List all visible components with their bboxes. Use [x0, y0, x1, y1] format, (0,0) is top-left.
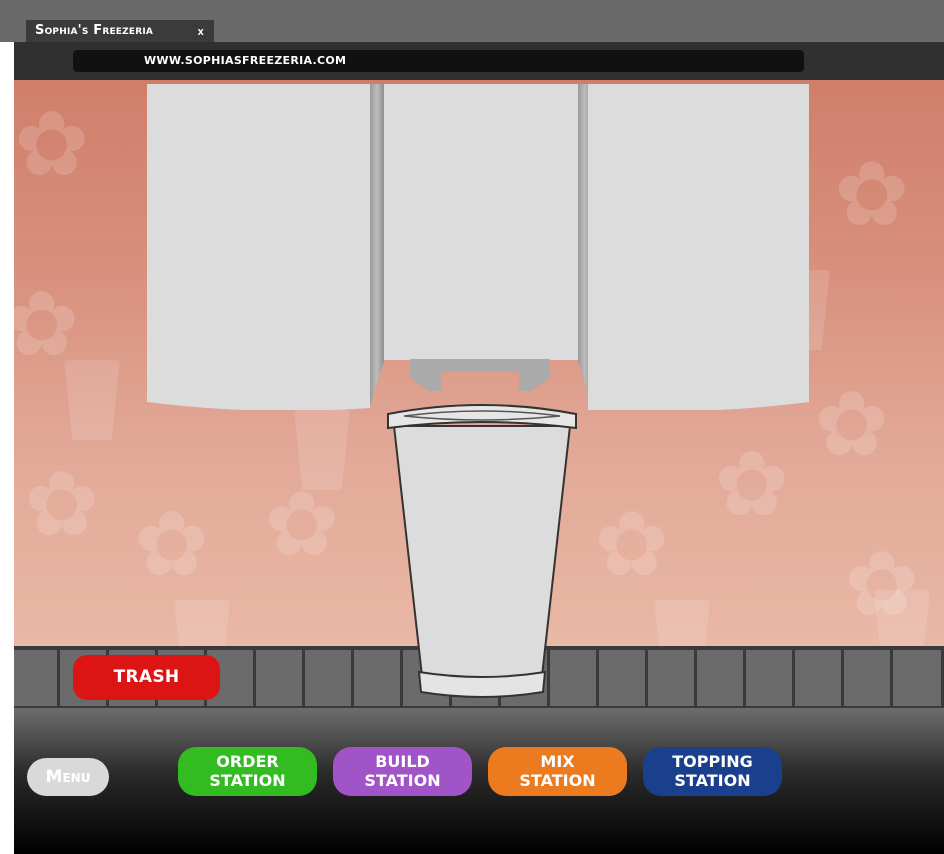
flower-icon: ✿ [714, 432, 790, 537]
bottom-navigation-bar [14, 708, 944, 854]
tab-title: Sophia's Freezeria [35, 23, 154, 38]
order-station-line2: STATION [209, 771, 286, 790]
counter-tile [599, 650, 648, 706]
browser-toolbar: WWW.SOPHIASFREEZERIA.COM [14, 42, 944, 80]
cup-icon [174, 600, 230, 647]
topping-station-button[interactable]: TOPPING STATION [643, 747, 782, 796]
counter-tile [697, 650, 746, 706]
counter-tile [648, 650, 697, 706]
counter-tile [795, 650, 844, 706]
topping-station-line2: STATION [674, 771, 751, 790]
flower-icon: ✿ [264, 472, 340, 577]
machine-nozzle [410, 359, 550, 391]
flower-icon: ✿ [594, 492, 670, 597]
machine-divider-left [370, 84, 384, 406]
empty-cup[interactable] [386, 404, 578, 704]
mix-station-line2: STATION [519, 771, 596, 790]
machine-center-panel [384, 84, 578, 360]
counter-tile [256, 650, 305, 706]
flower-icon: ✿ [134, 492, 210, 597]
flower-icon: ✿ [14, 92, 90, 197]
counter-tile [305, 650, 354, 706]
address-bar[interactable]: WWW.SOPHIASFREEZERIA.COM [73, 50, 804, 72]
mix-station-button[interactable]: MIX STATION [488, 747, 627, 796]
cup-icon [874, 590, 930, 647]
browser-topbar: Sophia's Freezeria x [0, 0, 944, 42]
topping-station-line1: TOPPING [672, 752, 753, 771]
cup-icon [654, 600, 710, 647]
machine-left-panel [147, 84, 370, 410]
flower-icon: ✿ [14, 272, 80, 377]
order-station-button[interactable]: ORDER STATION [178, 747, 317, 796]
flower-icon: ✿ [24, 452, 100, 557]
counter-tile [893, 650, 944, 706]
machine-right-panel [588, 84, 809, 410]
tab-close-button[interactable]: x [198, 20, 204, 42]
build-station-line2: STATION [364, 771, 441, 790]
flower-icon: ✿ [834, 142, 910, 247]
build-station-line1: BUILD [375, 752, 430, 771]
build-station-button[interactable]: BUILD STATION [333, 747, 472, 796]
counter-tile [14, 650, 60, 706]
menu-button[interactable]: Menu [27, 758, 109, 796]
cup-icon [294, 410, 350, 490]
order-station-line1: ORDER [216, 752, 279, 771]
mix-station-line1: MIX [540, 752, 575, 771]
cup-icon [64, 360, 120, 440]
counter-tile [844, 650, 893, 706]
browser-tab[interactable]: Sophia's Freezeria x [26, 20, 214, 42]
counter-tile [746, 650, 795, 706]
trash-button[interactable]: TRASH [73, 655, 220, 700]
flower-icon: ✿ [814, 372, 890, 477]
